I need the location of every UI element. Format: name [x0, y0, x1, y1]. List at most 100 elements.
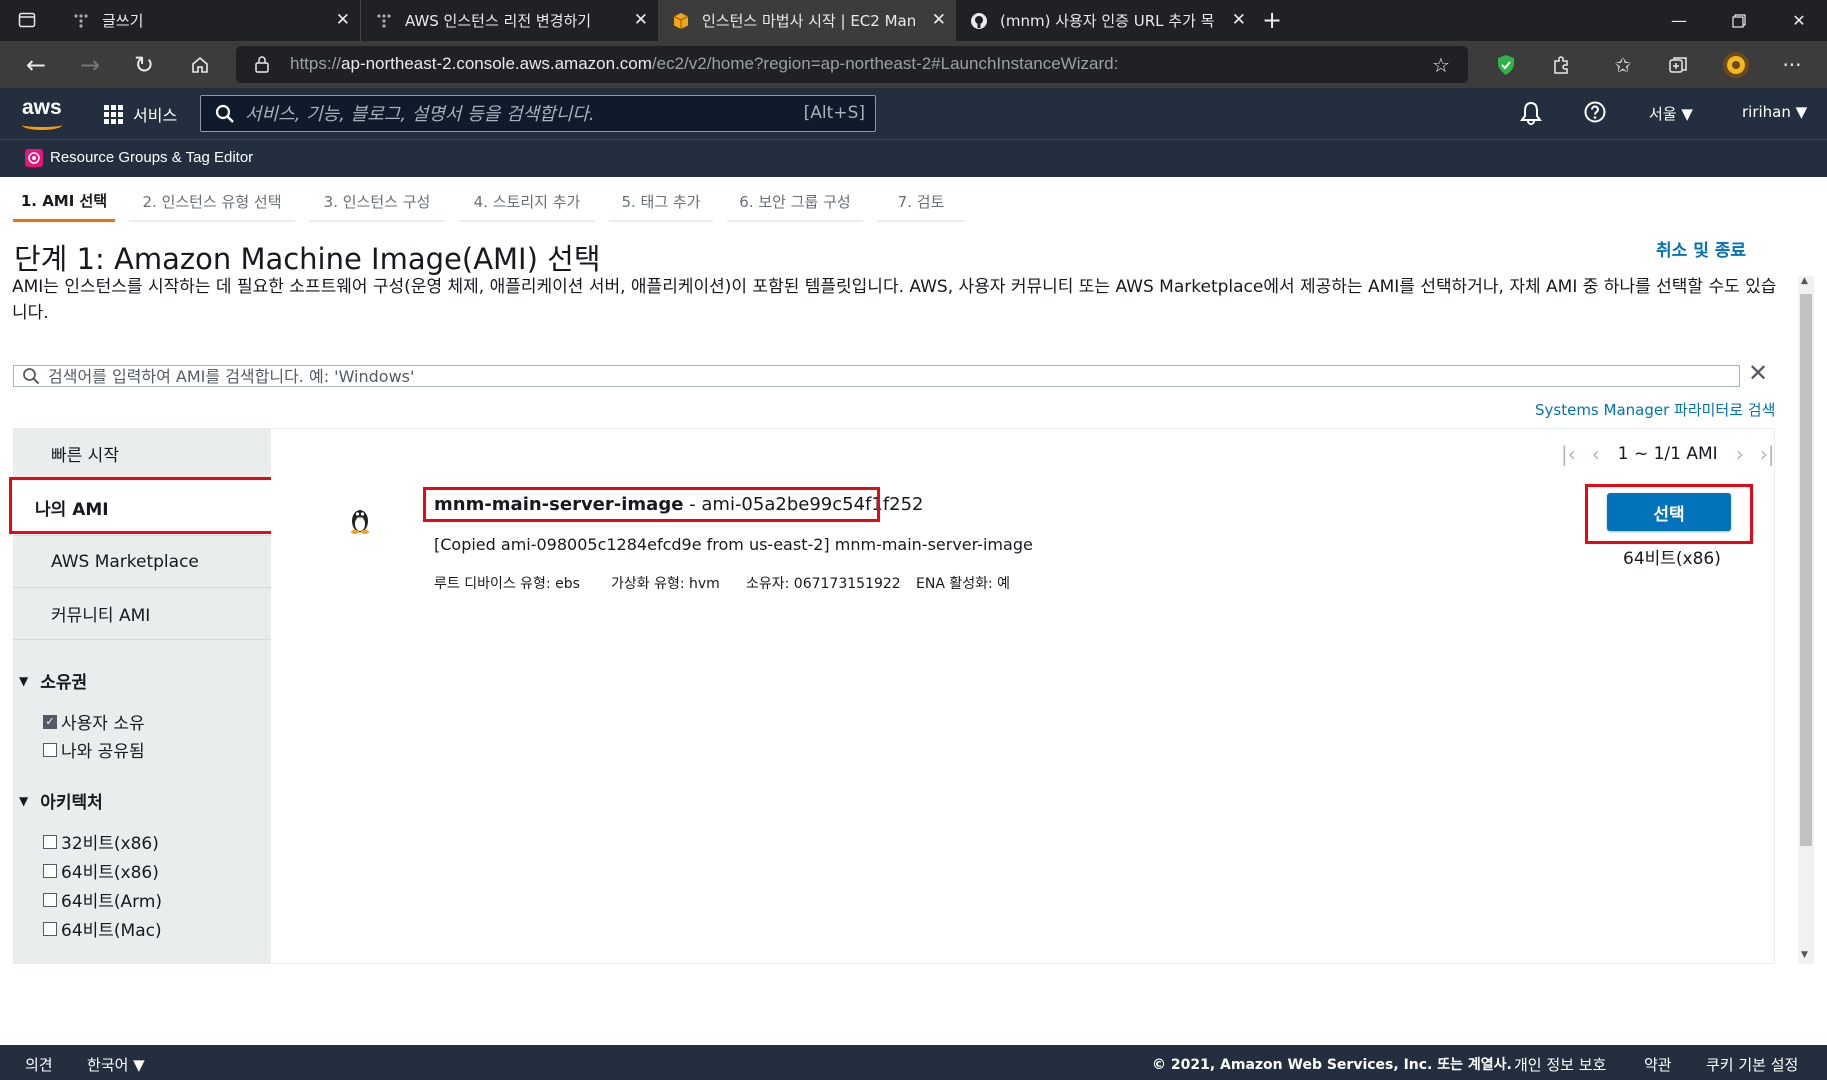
- browser-tab-github[interactable]: (mnm) 사용자 인증 URL 추가 목 ✕: [956, 0, 1256, 41]
- close-icon[interactable]: ✕: [925, 10, 946, 30]
- architecture-filter-header[interactable]: ▼ 아키텍처: [19, 788, 103, 813]
- scrollbar-thumb[interactable]: [1800, 294, 1812, 846]
- tab-ami-select[interactable]: 1. AMI 선택: [13, 182, 115, 222]
- tab-add-storage[interactable]: 4. 스토리지 추가: [459, 182, 595, 222]
- browser-tab-ec2[interactable]: 인스턴스 마법사 시작 | EC2 Man ✕: [658, 0, 956, 41]
- terms-link[interactable]: 약관: [1644, 1054, 1672, 1075]
- account-menu[interactable]: ririhan ▼: [1742, 103, 1807, 121]
- filter-shared-with-me[interactable]: 나와 공유됨: [43, 737, 145, 762]
- feedback-link[interactable]: 의견: [25, 1054, 53, 1075]
- refresh-icon[interactable]: ↻: [124, 41, 164, 88]
- minimize-icon[interactable]: —: [1651, 0, 1707, 41]
- tistory-icon: [72, 12, 90, 30]
- more-menu-icon[interactable]: ···: [1772, 41, 1812, 88]
- tab-actions-icon[interactable]: [18, 11, 36, 33]
- caret-down-icon: ▼: [19, 793, 29, 808]
- browser-tab-region[interactable]: AWS 인스턴스 리전 변경하기 ✕: [360, 0, 658, 41]
- tab-security-group[interactable]: 6. 보안 그룹 구성: [727, 182, 863, 222]
- services-label: 서비스: [133, 106, 178, 125]
- filter-64bit-arm[interactable]: 64비트(Arm): [43, 887, 162, 912]
- checkbox-checked[interactable]: ✓: [43, 714, 57, 729]
- scroll-up-icon[interactable]: ▲: [1801, 276, 1808, 286]
- cookie-preferences-link[interactable]: 쿠키 기본 설정: [1706, 1054, 1798, 1075]
- copyright-text: © 2021, Amazon Web Services, Inc. 또는 계열사…: [1152, 1057, 1512, 1073]
- browser-tab-title: 인스턴스 마법사 시작 | EC2 Man: [702, 12, 917, 30]
- forward-icon[interactable]: →: [70, 41, 110, 88]
- tab-add-tags[interactable]: 5. 태그 추가: [609, 182, 713, 222]
- checkbox[interactable]: [43, 863, 57, 878]
- scroll-down-icon[interactable]: ▼: [1801, 950, 1808, 960]
- filter-32bit-x86[interactable]: 32비트(x86): [43, 829, 159, 854]
- next-page-icon[interactable]: ›: [1736, 442, 1744, 466]
- architecture-filter-title: 아키텍처: [40, 793, 103, 813]
- filter-owned-by-me[interactable]: ✓ 사용자 소유: [43, 709, 145, 734]
- shield-extension-icon[interactable]: [1486, 41, 1526, 88]
- back-icon[interactable]: ←: [16, 41, 56, 88]
- url-prefix: https://: [290, 54, 342, 73]
- sidebar-item-quick-start[interactable]: 빠른 시작: [13, 428, 271, 480]
- aws-logo-text: aws: [22, 96, 62, 119]
- ownership-filter-header[interactable]: ▼ 소유권: [19, 668, 87, 693]
- filter-label: 32비트(x86): [61, 834, 159, 854]
- browser-tab-title: (mnm) 사용자 인증 URL 추가 목: [1000, 12, 1215, 30]
- linux-tux-icon: [347, 506, 373, 538]
- home-icon[interactable]: [180, 41, 220, 88]
- filter-64bit-x86[interactable]: 64비트(x86): [43, 858, 159, 883]
- favorites-icon[interactable]: ✩: [1603, 41, 1643, 88]
- new-tab-button[interactable]: +: [1262, 6, 1282, 34]
- aws-console-header: aws 서비스 [Alt+S] 서울 ▼ ririhan ▼: [0, 88, 1827, 139]
- ami-search-input[interactable]: [48, 366, 1648, 386]
- checkbox[interactable]: [43, 742, 57, 757]
- window-close-icon[interactable]: ✕: [1771, 0, 1827, 41]
- systems-manager-search-link[interactable]: Systems Manager 파라미터로 검색: [1535, 399, 1775, 420]
- filter-label: 나와 공유됨: [61, 742, 145, 762]
- sidebar-item-marketplace[interactable]: AWS Marketplace: [13, 536, 271, 588]
- checkbox[interactable]: [43, 834, 57, 849]
- sidebar-item-community-ami[interactable]: 커뮤니티 AMI: [13, 588, 271, 640]
- help-icon[interactable]: [1584, 101, 1606, 127]
- filter-64bit-mac[interactable]: 64비트(Mac): [43, 916, 162, 941]
- browser-tab-title: AWS 인스턴스 리전 변경하기: [405, 12, 592, 30]
- aws-logo[interactable]: aws: [22, 96, 62, 130]
- tab-instance-config[interactable]: 3. 인스턴스 구성: [309, 182, 445, 222]
- checkbox[interactable]: [43, 921, 57, 936]
- services-menu-button[interactable]: 서비스: [104, 102, 177, 126]
- collections-icon[interactable]: [1658, 41, 1698, 88]
- aws-search-box[interactable]: [Alt+S]: [200, 95, 876, 132]
- browser-address-bar: ← → ↻ https://ap-northeast-2.console.aws…: [0, 41, 1827, 88]
- tab-instance-type[interactable]: 2. 인스턴스 유형 선택: [129, 182, 295, 222]
- close-icon[interactable]: ✕: [1225, 10, 1246, 30]
- browser-tab-write[interactable]: 글쓰기 ✕: [58, 0, 360, 41]
- favorite-add-icon[interactable]: ☆: [1432, 53, 1450, 77]
- aws-smile-icon: [22, 120, 62, 130]
- close-icon[interactable]: ✕: [634, 10, 648, 30]
- resource-groups-link[interactable]: Resource Groups & Tag Editor: [50, 149, 253, 166]
- notifications-bell-icon[interactable]: [1520, 101, 1542, 129]
- first-page-icon[interactable]: |‹: [1561, 442, 1576, 466]
- browser-tab-bar: 글쓰기 ✕ AWS 인스턴스 리전 변경하기 ✕ 인스턴스 마법사 시작 | E…: [0, 0, 1827, 41]
- close-icon[interactable]: ✕: [336, 10, 350, 30]
- last-page-icon[interactable]: ›|: [1760, 442, 1775, 466]
- aws-favorites-bar: Resource Groups & Tag Editor: [0, 139, 1827, 177]
- github-icon: [970, 12, 988, 30]
- page-scrollbar[interactable]: ▲ ▼: [1798, 276, 1814, 964]
- aws-box-icon: [672, 12, 690, 30]
- url-field[interactable]: https://ap-northeast-2.console.aws.amazo…: [236, 46, 1468, 83]
- region-selector[interactable]: 서울 ▼: [1649, 103, 1693, 124]
- prev-page-icon[interactable]: ‹: [1592, 442, 1600, 466]
- url-host: ap-northeast-2.console.aws.amazon.com: [341, 54, 652, 73]
- ami-search-box[interactable]: [13, 365, 1740, 387]
- lock-icon: [254, 55, 270, 77]
- aws-search-input[interactable]: [245, 102, 765, 126]
- ami-description: [Copied ami-098005c1284efcd9e from us-ea…: [434, 535, 1033, 554]
- clear-search-icon[interactable]: ✕: [1748, 359, 1768, 387]
- extensions-icon[interactable]: [1541, 41, 1581, 88]
- privacy-link[interactable]: 개인 정보 보호: [1514, 1054, 1606, 1075]
- filter-label: 사용자 소유: [61, 714, 145, 734]
- tab-review[interactable]: 7. 검토: [877, 182, 965, 222]
- checkbox[interactable]: [43, 892, 57, 907]
- restore-icon[interactable]: [1711, 0, 1767, 41]
- cancel-and-exit-link[interactable]: 취소 및 종료: [1656, 236, 1746, 261]
- language-selector[interactable]: 한국어 ▼: [87, 1054, 145, 1075]
- profile-avatar-icon[interactable]: [1716, 41, 1756, 88]
